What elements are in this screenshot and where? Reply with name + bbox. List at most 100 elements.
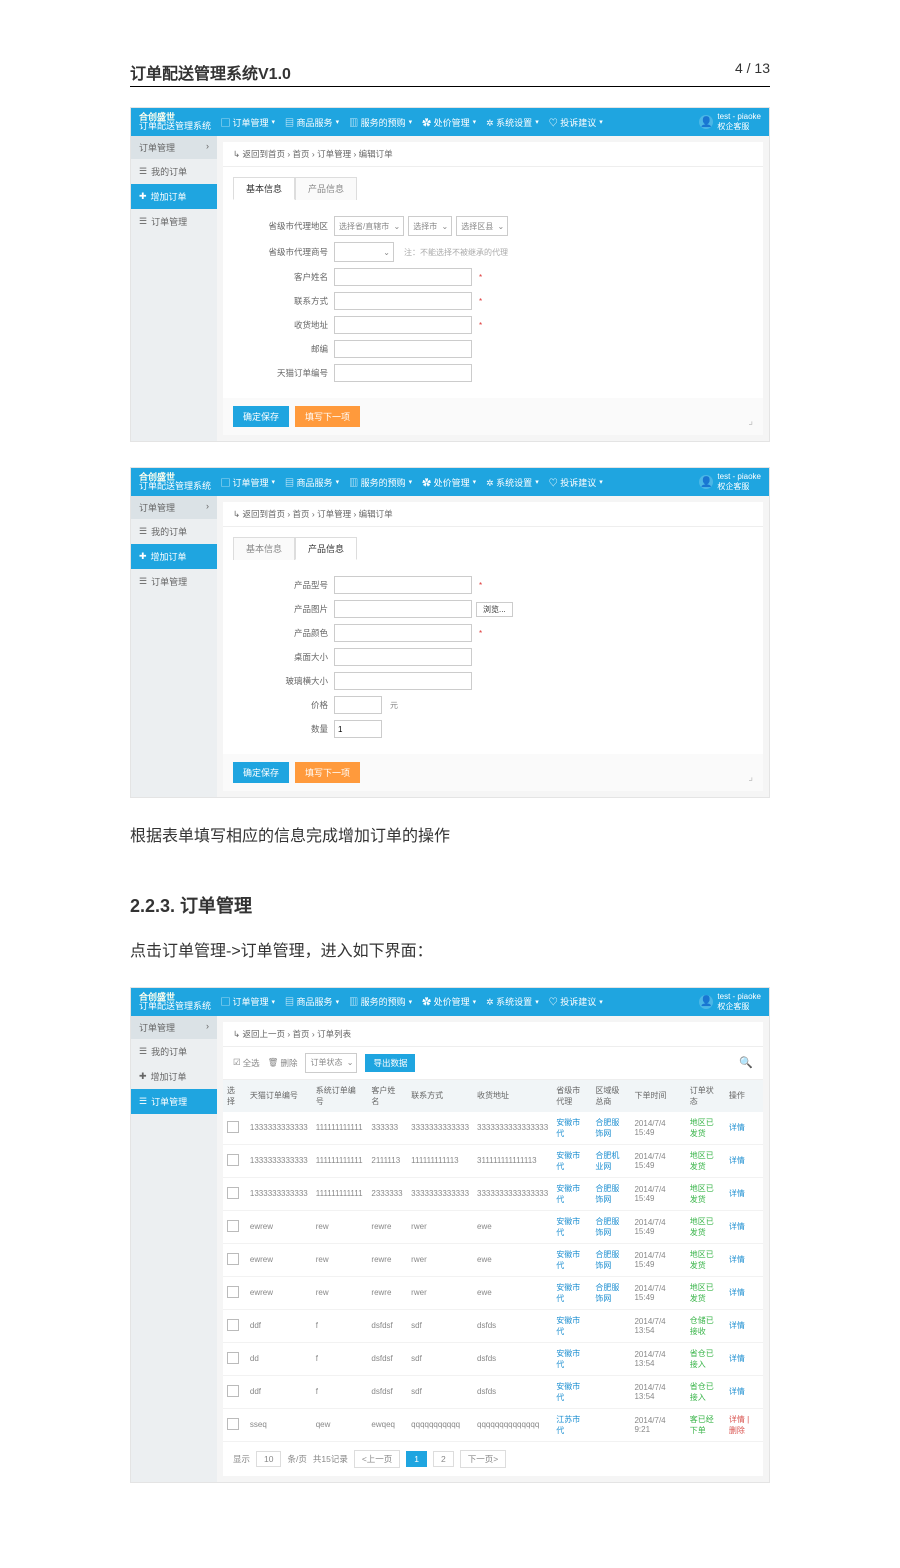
- region-link[interactable]: 合肥服饰网: [595, 1250, 619, 1270]
- sidebar-header[interactable]: 订单管理›: [131, 136, 217, 159]
- action-link[interactable]: 详情 | 删除: [729, 1415, 749, 1435]
- status-link[interactable]: 地区已发货: [690, 1283, 714, 1303]
- action-link[interactable]: 详情: [729, 1354, 745, 1363]
- nav-item[interactable]: ▢ 订单管理 ▾: [221, 476, 275, 489]
- tab-product[interactable]: 产品信息: [295, 177, 357, 200]
- agent-link[interactable]: 安徽市代: [556, 1184, 580, 1204]
- status-link[interactable]: 地区已发货: [690, 1184, 714, 1204]
- nav-item[interactable]: ✿ 处价管理 ▾: [422, 476, 476, 489]
- status-link[interactable]: 地区已发货: [690, 1118, 714, 1138]
- nav-item[interactable]: ▤ 商品服务 ▾: [285, 995, 339, 1008]
- agent-link[interactable]: 安徽市代: [556, 1118, 580, 1138]
- pager-next[interactable]: 下一页>: [460, 1450, 506, 1468]
- status-link[interactable]: 地区已发货: [690, 1217, 714, 1237]
- search-icon[interactable]: 🔍: [739, 1056, 753, 1069]
- sidebar-item-ordermgmt[interactable]: ☰订单管理: [131, 1089, 217, 1114]
- save-button[interactable]: 确定保存: [233, 762, 289, 783]
- nav-item[interactable]: ✲ 系统设置 ▾: [486, 116, 539, 129]
- action-link[interactable]: 详情: [729, 1123, 745, 1132]
- action-link[interactable]: 详情: [729, 1156, 745, 1165]
- browse-button[interactable]: 浏览...: [476, 602, 513, 617]
- nav-item[interactable]: ▢ 订单管理 ▾: [221, 116, 275, 129]
- select[interactable]: 选择市: [408, 216, 452, 236]
- user-box[interactable]: 👤 test - piaoke权企客服: [699, 472, 761, 492]
- agent-link[interactable]: 江苏市代: [556, 1415, 580, 1435]
- nav-item[interactable]: ▥ 服务的预购 ▾: [349, 476, 412, 489]
- input[interactable]: [334, 696, 382, 714]
- status-link[interactable]: 仓储已接收: [690, 1316, 714, 1336]
- select-all[interactable]: ☑ 全选: [233, 1057, 260, 1069]
- region-link[interactable]: 合肥机业网: [595, 1151, 619, 1171]
- sidebar-item-myorders[interactable]: ☰我的订单: [131, 1039, 217, 1064]
- input[interactable]: [334, 576, 472, 594]
- agent-link[interactable]: 安徽市代: [556, 1151, 580, 1171]
- input[interactable]: [334, 268, 472, 286]
- input[interactable]: [334, 720, 382, 738]
- sidebar-item-addorder[interactable]: ✚增加订单: [131, 1064, 217, 1089]
- export-button[interactable]: 导出数据: [365, 1054, 415, 1072]
- sidebar-item-addorder[interactable]: ✚增加订单: [131, 184, 217, 209]
- input[interactable]: [334, 316, 472, 334]
- row-checkbox[interactable]: [227, 1154, 239, 1166]
- region-link[interactable]: 合肥服饰网: [595, 1283, 619, 1303]
- row-checkbox[interactable]: [227, 1319, 239, 1331]
- select[interactable]: [334, 242, 394, 262]
- action-link[interactable]: 详情: [729, 1189, 745, 1198]
- status-link[interactable]: 省仓已接入: [690, 1349, 714, 1369]
- tab-basic[interactable]: 基本信息: [233, 177, 295, 200]
- sidebar-item-ordermgmt[interactable]: ☰订单管理: [131, 569, 217, 594]
- input[interactable]: [334, 340, 472, 358]
- user-box[interactable]: 👤 test - piaoke权企客服: [699, 992, 761, 1012]
- row-checkbox[interactable]: [227, 1187, 239, 1199]
- input[interactable]: [334, 364, 472, 382]
- agent-link[interactable]: 安徽市代: [556, 1316, 580, 1336]
- user-box[interactable]: 👤 test - piaoke权企客服: [699, 112, 761, 132]
- tab-basic[interactable]: 基本信息: [233, 537, 295, 560]
- select[interactable]: 选择省/直辖市: [334, 216, 404, 236]
- sidebar-item-ordermgmt[interactable]: ☰订单管理: [131, 209, 217, 234]
- tab-product[interactable]: 产品信息: [295, 537, 357, 560]
- sidebar-item-addorder[interactable]: ✚增加订单: [131, 544, 217, 569]
- row-checkbox[interactable]: [227, 1352, 239, 1364]
- sidebar-item-myorders[interactable]: ☰我的订单: [131, 519, 217, 544]
- input[interactable]: [334, 292, 472, 310]
- agent-link[interactable]: 安徽市代: [556, 1283, 580, 1303]
- pager-2[interactable]: 2: [433, 1451, 454, 1467]
- save-button[interactable]: 确定保存: [233, 406, 289, 427]
- nav-item[interactable]: ▥ 服务的预购 ▾: [349, 995, 412, 1008]
- agent-link[interactable]: 安徽市代: [556, 1382, 580, 1402]
- row-checkbox[interactable]: [227, 1121, 239, 1133]
- action-link[interactable]: 详情: [729, 1288, 745, 1297]
- nav-item[interactable]: ♡ 投诉建议 ▾: [549, 116, 603, 129]
- row-checkbox[interactable]: [227, 1220, 239, 1232]
- status-link[interactable]: 客已经下单: [690, 1415, 714, 1435]
- nav-item[interactable]: ▤ 商品服务 ▾: [285, 116, 339, 129]
- nav-item[interactable]: ✲ 系统设置 ▾: [486, 476, 539, 489]
- status-link[interactable]: 地区已发货: [690, 1250, 714, 1270]
- agent-link[interactable]: 安徽市代: [556, 1250, 580, 1270]
- nav-item[interactable]: ♡ 投诉建议 ▾: [549, 995, 603, 1008]
- action-link[interactable]: 详情: [729, 1222, 745, 1231]
- input[interactable]: [334, 624, 472, 642]
- row-checkbox[interactable]: [227, 1418, 239, 1430]
- status-link[interactable]: 省仓已接入: [690, 1382, 714, 1402]
- status-select[interactable]: 订单状态: [305, 1053, 357, 1073]
- region-link[interactable]: 合肥服饰网: [595, 1118, 619, 1138]
- nav-item[interactable]: ✿ 处价管理 ▾: [422, 116, 476, 129]
- input[interactable]: [334, 648, 472, 666]
- nav-item[interactable]: ▢ 订单管理 ▾: [221, 995, 275, 1008]
- status-link[interactable]: 地区已发货: [690, 1151, 714, 1171]
- next-button[interactable]: 填写下一项: [295, 762, 360, 783]
- region-link[interactable]: 合肥服饰网: [595, 1217, 619, 1237]
- agent-link[interactable]: 安徽市代: [556, 1349, 580, 1369]
- next-button[interactable]: 填写下一项: [295, 406, 360, 427]
- select[interactable]: 选择区县: [456, 216, 508, 236]
- input[interactable]: [334, 672, 472, 690]
- file-input[interactable]: [334, 600, 472, 618]
- nav-item[interactable]: ▥ 服务的预购 ▾: [349, 116, 412, 129]
- nav-item[interactable]: ✲ 系统设置 ▾: [486, 995, 539, 1008]
- row-checkbox[interactable]: [227, 1253, 239, 1265]
- nav-item[interactable]: ▤ 商品服务 ▾: [285, 476, 339, 489]
- row-checkbox[interactable]: [227, 1385, 239, 1397]
- nav-item[interactable]: ✿ 处价管理 ▾: [422, 995, 476, 1008]
